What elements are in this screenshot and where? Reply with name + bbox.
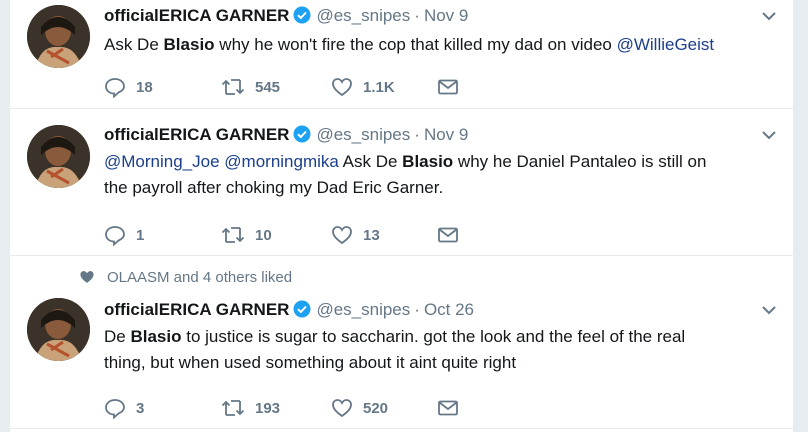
highlight-term: Blasio [163, 35, 215, 54]
text-segment: to justice is sugar to saccharin. got th… [181, 327, 686, 346]
chevron-down-icon[interactable] [759, 6, 779, 26]
handle[interactable]: @es_snipes [316, 6, 410, 25]
like-button[interactable]: 520 [331, 394, 388, 422]
display-name[interactable]: officialERICA GARNER [104, 300, 289, 319]
timestamp[interactable]: Nov 9 [424, 125, 468, 144]
highlight-term: Blasio [130, 327, 182, 346]
timestamp[interactable]: Oct 26 [424, 300, 474, 319]
verified-badge-icon [293, 300, 311, 325]
tweet-header: officialERICA GARNER @es_snipes · Nov 9 [104, 4, 468, 28]
tweet-actions: 3 193 520 [104, 394, 524, 422]
reply-count: 3 [136, 399, 145, 417]
dm-button[interactable] [437, 221, 459, 249]
reply-count: 1 [136, 226, 145, 244]
tweet[interactable]: OLAASM and 4 others liked officialERICA … [10, 256, 793, 429]
reply-button[interactable]: 18 [104, 73, 153, 101]
like-icon [332, 78, 352, 97]
separator: · [414, 125, 420, 144]
mention-link[interactable]: @Morning_Joe [104, 152, 220, 171]
tweet-text: Ask De Blasio why he won't fire the cop … [104, 32, 784, 58]
tweet-header: officialERICA GARNER @es_snipes · Nov 9 [104, 123, 468, 147]
verified-badge-icon [293, 125, 311, 150]
retweet-icon [221, 227, 245, 243]
handle[interactable]: @es_snipes [316, 125, 410, 144]
tweet-text: De Blasio to justice is sugar to sacchar… [104, 324, 784, 376]
text-segment: Ask De [338, 152, 403, 171]
tweet-text: @Morning_Joe @morningmika Ask De Blasio … [104, 149, 784, 201]
timeline: officialERICA GARNER @es_snipes · Nov 9 Ask… [10, 0, 793, 432]
text-segment: Ask De [104, 35, 164, 54]
highlight-term: Blasio [402, 152, 454, 171]
tweet-actions: 1 10 13 [104, 221, 524, 249]
reply-icon [105, 226, 125, 246]
dm-button[interactable] [437, 394, 459, 422]
page-gutter [793, 0, 808, 432]
retweet-count: 193 [255, 399, 281, 417]
dm-icon [438, 227, 458, 243]
reply-button[interactable]: 3 [104, 394, 144, 422]
verified-badge-icon [293, 6, 311, 31]
tweet-actions: 18 545 1.1K [104, 73, 524, 101]
retweet-icon [221, 400, 245, 416]
reply-icon [105, 78, 125, 98]
avatar[interactable] [27, 298, 90, 361]
reply-count: 18 [136, 78, 153, 96]
tweet-header: officialERICA GARNER @es_snipes · Oct 26 [104, 298, 474, 322]
dm-icon [438, 79, 458, 95]
social-context-text[interactable]: OLAASM and 4 others liked [107, 269, 292, 286]
separator: · [414, 300, 420, 319]
mention-link[interactable]: @WillieGeist [617, 35, 715, 54]
chevron-down-icon[interactable] [759, 125, 779, 145]
like-icon [332, 226, 352, 245]
retweet-button[interactable]: 193 [221, 394, 280, 422]
like-count: 1.1K [363, 78, 395, 96]
text-segment: why he won't fire the cop that killed my… [214, 35, 617, 54]
dm-button[interactable] [437, 73, 459, 101]
like-count: 13 [363, 226, 380, 244]
retweet-count: 545 [255, 78, 281, 96]
retweet-button[interactable]: 10 [221, 221, 272, 249]
avatar[interactable] [27, 125, 90, 188]
like-button[interactable]: 13 [331, 221, 380, 249]
display-name[interactable]: officialERICA GARNER [104, 125, 289, 144]
mention-link[interactable]: @morningmika [224, 152, 339, 171]
reply-button[interactable]: 1 [104, 221, 144, 249]
reply-icon [105, 399, 125, 419]
chevron-down-icon[interactable] [759, 300, 779, 320]
avatar[interactable] [27, 5, 90, 68]
retweet-icon [221, 79, 245, 95]
like-icon [332, 399, 352, 418]
retweet-count: 10 [255, 226, 272, 244]
text-segment: why he Daniel Pantaleo is still on [453, 152, 707, 171]
social-context: OLAASM and 4 others liked [79, 268, 292, 288]
heart-filled-icon [80, 271, 94, 283]
like-button[interactable]: 1.1K [331, 73, 395, 101]
text-segment: De [104, 327, 131, 346]
text-segment: the payroll after choking my Dad Eric Ga… [104, 178, 444, 197]
tweet[interactable]: officialERICA GARNER @es_snipes · Nov 9 Ask… [10, 0, 793, 109]
tweet[interactable]: officialERICA GARNER @es_snipes · Nov 9 @Mo… [10, 109, 793, 256]
retweet-button[interactable]: 545 [221, 73, 280, 101]
dm-icon [438, 400, 458, 416]
timestamp[interactable]: Nov 9 [424, 6, 468, 25]
like-count: 520 [363, 399, 389, 417]
display-name[interactable]: officialERICA GARNER [104, 6, 289, 25]
text-segment: thing, but when used something about it … [104, 353, 517, 372]
handle[interactable]: @es_snipes [316, 300, 410, 319]
separator: · [414, 6, 420, 25]
